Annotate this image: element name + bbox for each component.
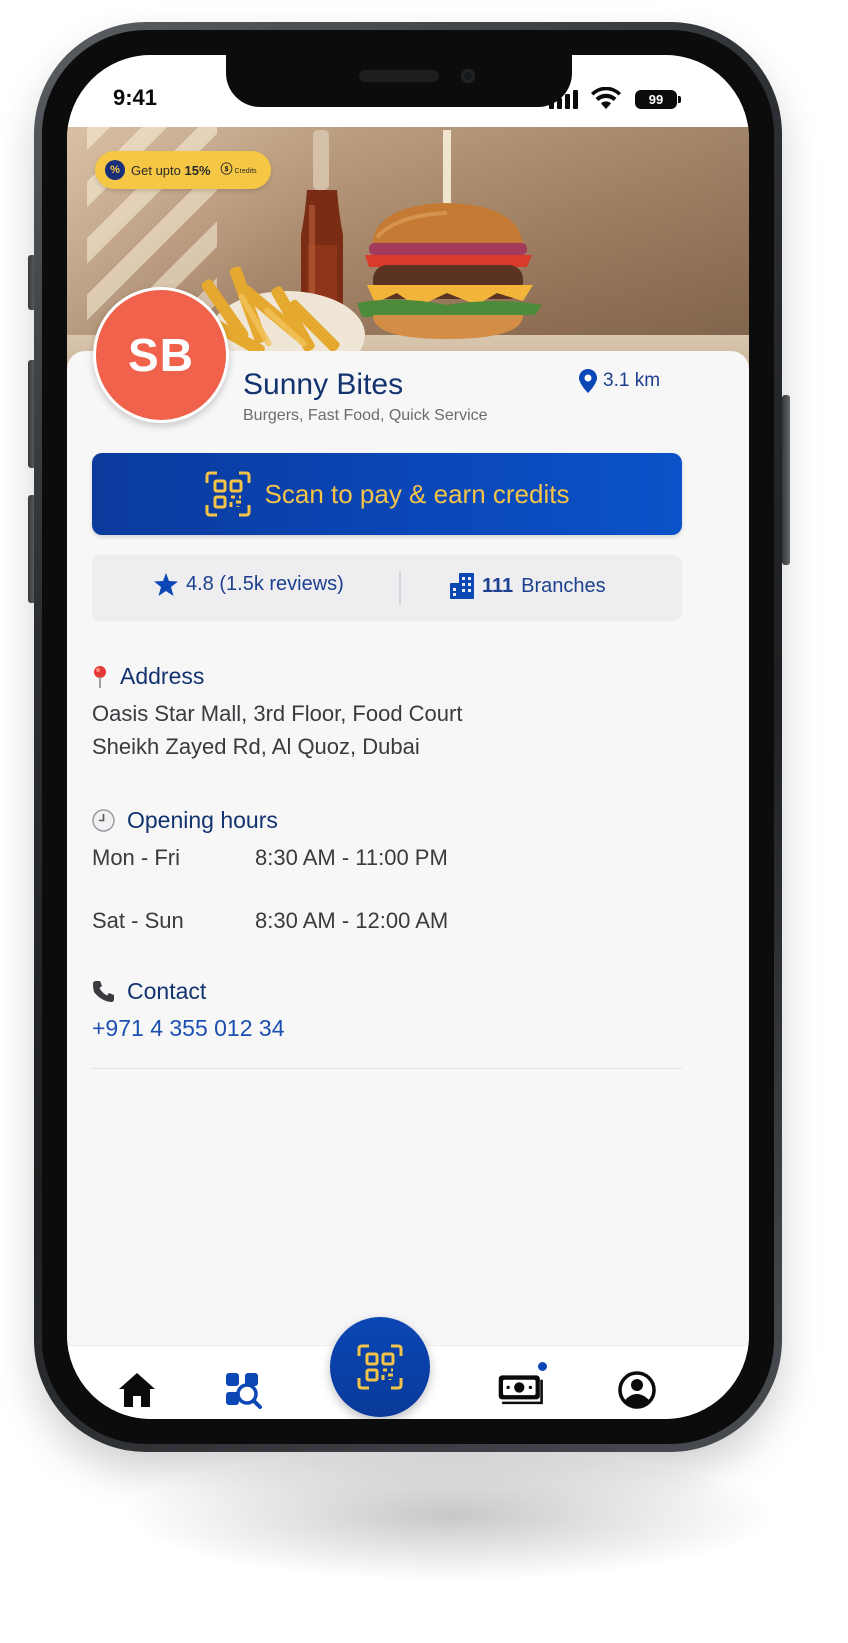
wallet-icon [498,1375,543,1405]
promo-percent: 15% [184,162,211,178]
scan-to-pay-button[interactable]: Scan to pay & earn credits [92,453,682,535]
building-icon [450,573,474,599]
tab-profile[interactable] [613,1366,661,1414]
address-line-1: Oasis Star Mall, 3rd Floor, Food Court [92,701,463,726]
promo-prefix: Get upto [131,162,181,178]
business-categories: Burgers, Fast Food, Quick Service [243,407,488,424]
opening-hours-heading-text: Opening hours [127,807,278,833]
hours-row-weekend: Sat - Sun 8:30 AM - 12:00 AM [92,908,448,934]
location-pin-icon [579,369,597,393]
branches-count: 111 [482,574,514,597]
notch [226,55,572,107]
contact-phone-link[interactable]: +971 4 355 012 34 [92,1015,285,1042]
stats-bar: 4.8 (1.5k reviews) 111 Branches [92,555,682,621]
home-icon [119,1373,155,1407]
credits-brand-logo: ⓢ Credits [220,161,257,176]
address-heading: Address [92,663,204,690]
stats-divider [399,571,401,605]
rating-text: 4.8 (1.5k reviews) [186,573,344,595]
address-heading-text: Address [120,663,205,689]
profile-icon [618,1371,656,1409]
tab-explore[interactable] [219,1366,267,1414]
red-pin-icon [94,665,106,688]
power-button [782,395,790,565]
phone-shadow [130,1450,770,1580]
percent-icon: % [105,160,125,180]
earpiece-speaker [359,70,439,82]
scan-fab-button[interactable] [330,1317,430,1417]
promo-text: Get upto 15% [131,163,211,178]
address-line-2: Sheikh Zayed Rd, Al Quoz, Dubai [92,734,420,759]
wallet-notification-dot [536,1360,549,1373]
promo-brand: Credits [234,167,257,175]
qr-scan-icon [205,471,251,517]
hours-time: 8:30 AM - 11:00 PM [255,845,448,870]
branches-label: Branches [521,574,606,597]
business-name: Sunny Bites [243,368,404,401]
mockup-stage: 9:41 99 % Get upto 15% ⓢ Credits SB Sunn… [0,0,848,1643]
qr-scan-icon [357,1344,403,1390]
distance-indicator: 3.1 km [579,369,660,393]
star-icon [154,573,178,596]
tab-wallet[interactable] [497,1366,545,1414]
contact-heading-text: Contact [127,978,207,1004]
front-camera [461,69,475,83]
rating-stat[interactable]: 4.8 (1.5k reviews) [154,573,344,596]
section-divider [92,1068,682,1069]
wifi-icon [591,87,621,109]
phone-icon [93,981,114,1002]
contact-heading: Contact [92,978,206,1005]
battery-icon: 99 [635,90,681,109]
app-screen: 9:41 99 % Get upto 15% ⓢ Credits SB Sunn… [67,55,749,1419]
scan-button-label: Scan to pay & earn credits [264,478,570,509]
hours-time: 8:30 AM - 12:00 AM [255,908,449,933]
avatar-initials: SB [128,329,194,381]
store-search-icon [226,1373,262,1409]
branches-stat[interactable]: 111 Branches [450,573,606,599]
clock-icon [92,809,115,832]
credits-promo-badge[interactable]: % Get upto 15% ⓢ Credits [95,151,271,189]
tab-home[interactable] [113,1366,161,1414]
hours-row-weekday: Mon - Fri 8:30 AM - 11:00 PM [92,845,448,871]
hours-days: Mon - Fri [92,845,180,870]
hours-days: Sat - Sun [92,908,184,933]
business-avatar: SB [93,287,229,423]
opening-hours-heading: Opening hours [92,807,278,834]
status-time: 9:41 [113,85,158,110]
distance-value: 3.1 km [603,370,661,391]
